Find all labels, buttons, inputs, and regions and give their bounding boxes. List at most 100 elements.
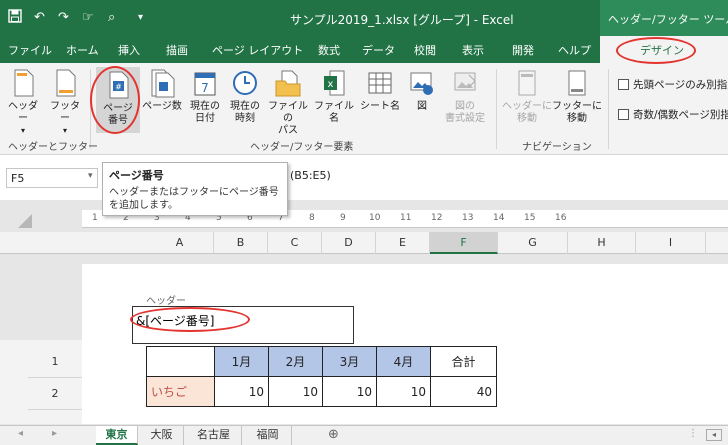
svg-text:x: x <box>328 79 334 90</box>
tab-insert[interactable]: 挿入 <box>118 42 140 58</box>
select-all-corner[interactable] <box>18 214 32 228</box>
tab-page-layout[interactable]: ページ レイアウト <box>212 42 303 58</box>
row-label-cell[interactable]: いちご <box>146 376 215 407</box>
scroll-right-icon[interactable]: ▸ <box>52 428 57 439</box>
formula-input[interactable]: (B5:E5) <box>290 169 331 182</box>
page-count-button[interactable]: ページ数 <box>140 67 184 113</box>
checkbox-box[interactable] <box>618 109 629 120</box>
save-icon[interactable] <box>8 9 22 27</box>
page-number-button[interactable]: # ページ 番号 <box>96 67 140 133</box>
column-header-g[interactable]: G <box>498 232 568 254</box>
tab-formulas[interactable]: 数式 <box>318 42 340 58</box>
window-title: サンプル2019_1.xlsx [グループ] - Excel <box>290 13 514 27</box>
current-date-button[interactable]: 7 現在の 日付 <box>186 67 224 125</box>
tab-view[interactable]: 表示 <box>462 42 484 58</box>
column-header-d[interactable]: D <box>322 232 376 254</box>
namebox-dropdown-icon[interactable]: ▾ <box>88 171 93 181</box>
column-header-i[interactable]: I <box>636 232 706 254</box>
sheet-icon <box>368 72 392 94</box>
tab-file[interactable]: ファイル <box>8 42 52 58</box>
sheet-tab-nagoya[interactable]: 名古屋 <box>186 426 242 445</box>
scroll-left-button[interactable]: ◂ <box>706 429 722 441</box>
table-cell[interactable] <box>146 346 215 377</box>
customize-qat-icon[interactable]: ▾ <box>138 9 143 27</box>
group-separator <box>608 69 609 149</box>
tooltip-title: ページ番号 <box>109 169 164 182</box>
total-header-cell[interactable]: 合計 <box>430 346 497 377</box>
checkbox-box[interactable] <box>618 79 629 90</box>
scrollbar-icon[interactable]: ⋮ <box>688 428 698 439</box>
table-row: 1月 2月 3月 4月 合計 <box>146 346 497 377</box>
folder-icon <box>275 70 301 97</box>
excel-file-icon: x <box>324 70 345 96</box>
column-header-b[interactable]: B <box>214 232 268 254</box>
context-tools-label: ヘッダー/フッター ツール <box>600 0 728 36</box>
calendar-icon: 7 <box>194 72 216 96</box>
goto-footer-icon <box>568 70 586 96</box>
column-header-h[interactable]: H <box>568 232 636 254</box>
tab-review[interactable]: 校閲 <box>414 42 436 58</box>
scroll-left-icon[interactable]: ◂ <box>18 428 23 439</box>
column-header-a[interactable]: A <box>146 232 214 254</box>
picture-button[interactable]: 図 <box>404 67 440 113</box>
title-bar: ↶ ↷ ☞ ⌕ ▾ サンプル2019_1.xlsx [グループ] - Excel… <box>0 0 728 36</box>
tab-home[interactable]: ホーム <box>66 42 99 58</box>
group-label-elements: ヘッダー/フッター要素 <box>250 142 354 153</box>
group-separator <box>90 69 91 149</box>
month-header-cell[interactable]: 3月 <box>322 346 377 377</box>
row-header-1[interactable]: 1 <box>28 346 82 378</box>
tab-help[interactable]: ヘルプ <box>558 42 591 58</box>
value-cell[interactable]: 10 <box>376 376 431 407</box>
svg-text:7: 7 <box>201 81 209 95</box>
header-content: &[ページ番号] <box>136 314 215 328</box>
month-header-cell[interactable]: 2月 <box>268 346 323 377</box>
footer-button[interactable]: フッター ▾ <box>46 67 84 137</box>
footer-icon <box>56 69 76 97</box>
add-sheet-icon[interactable]: ⊕ <box>328 427 339 442</box>
page-number-icon: # <box>109 71 129 99</box>
header-left-section[interactable]: &[ページ番号] <box>132 306 354 344</box>
tab-developer[interactable]: 開発 <box>512 42 534 58</box>
touch-mode-icon[interactable]: ☞ <box>82 9 94 27</box>
header-area-label: ヘッダー <box>146 296 186 307</box>
value-cell[interactable]: 10 <box>214 376 269 407</box>
format-picture-button[interactable]: 図の 書式設定 <box>440 67 490 125</box>
column-header-e[interactable]: E <box>376 232 430 254</box>
total-cell[interactable]: 40 <box>430 376 497 407</box>
row-headers: 1 2 <box>0 340 82 424</box>
column-header-f[interactable]: F <box>430 232 498 254</box>
page-count-icon <box>151 69 175 98</box>
sheet-tab-fukuoka[interactable]: 福岡 <box>244 426 292 445</box>
tab-data[interactable]: データ <box>362 42 395 58</box>
tooltip-body: ヘッダーまたはフッターにページ番号を追加します。 <box>109 187 279 211</box>
value-cell[interactable]: 10 <box>268 376 323 407</box>
current-time-button[interactable]: 現在の 時刻 <box>226 67 264 125</box>
month-header-cell[interactable]: 1月 <box>214 346 269 377</box>
file-path-button[interactable]: ファイルの パス <box>266 67 310 137</box>
picture-icon <box>410 72 433 95</box>
tab-draw[interactable]: 描画 <box>166 42 188 58</box>
group-separator <box>496 69 497 149</box>
tab-design[interactable]: デザイン <box>600 36 728 63</box>
value-cell[interactable]: 10 <box>322 376 377 407</box>
name-box[interactable]: F5 <box>6 168 98 188</box>
month-header-cell[interactable]: 4月 <box>376 346 431 377</box>
ribbon-tabs: ファイル ホーム 挿入 描画 ページ レイアウト 数式 データ 校閲 表示 開発… <box>0 36 728 63</box>
column-header-c[interactable]: C <box>268 232 322 254</box>
odd-even-option-checkbox[interactable]: 奇数/偶数ページ別指定 <box>618 107 728 122</box>
redo-icon[interactable]: ↷ <box>58 9 69 27</box>
undo-icon[interactable]: ↶ <box>34 9 45 27</box>
header-button[interactable]: ヘッダー ▾ <box>4 67 42 137</box>
data-table: 1月 2月 3月 4月 合計 いちご 10 10 10 10 40 <box>146 346 497 407</box>
sheet-tab-osaka[interactable]: 大阪 <box>140 426 184 445</box>
sheet-tab-tokyo[interactable]: 東京 <box>96 426 138 445</box>
first-page-option-checkbox[interactable]: 先頭ページのみ別指定 <box>618 77 728 92</box>
print-preview-icon[interactable]: ⌕ <box>108 9 115 27</box>
goto-header-button[interactable]: ヘッダーに 移動 <box>502 67 552 125</box>
clock-icon <box>233 71 257 95</box>
row-header-2[interactable]: 2 <box>28 378 82 410</box>
sheet-name-button[interactable]: シート名 <box>358 67 402 113</box>
tooltip: ページ番号 ヘッダーまたはフッターにページ番号を追加します。 <box>102 162 288 216</box>
file-name-button[interactable]: x ファイル名 <box>310 67 358 125</box>
goto-footer-button[interactable]: フッターに 移動 <box>552 67 602 125</box>
